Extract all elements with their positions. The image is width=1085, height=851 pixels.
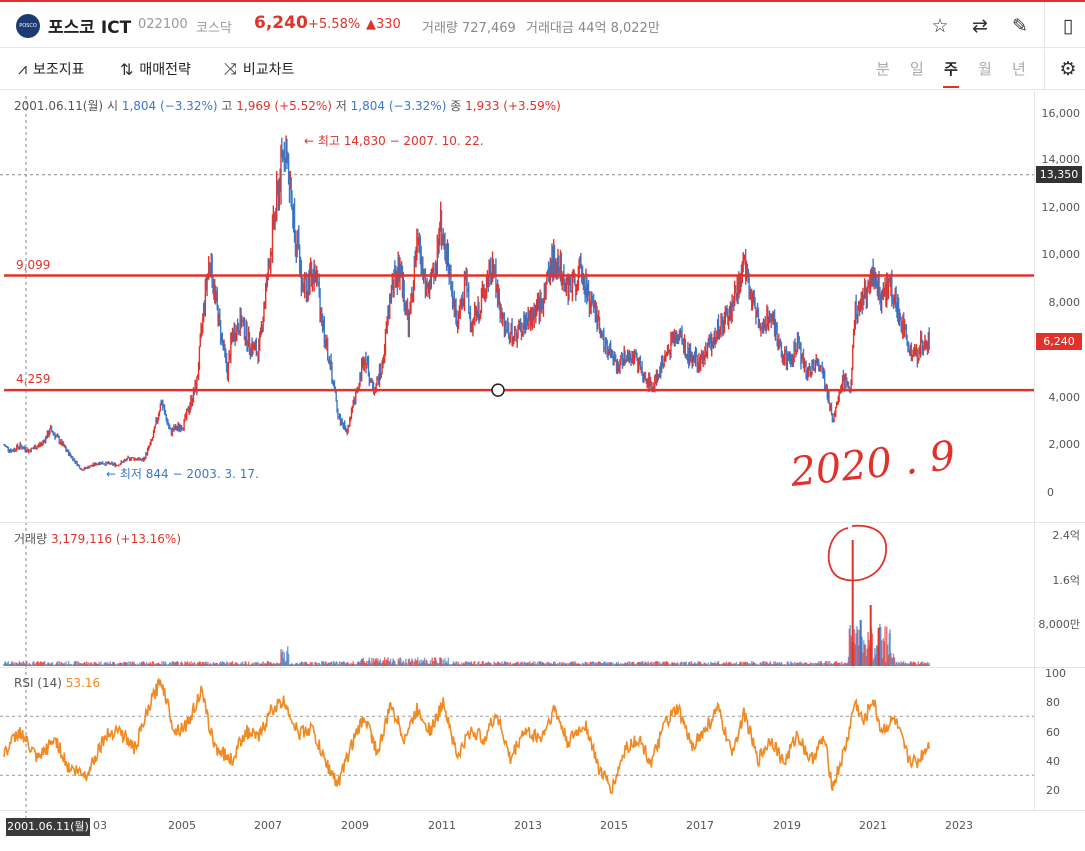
crosshair-price-tag: 13,350 <box>1036 166 1082 183</box>
info-low-label: 저 <box>335 99 347 113</box>
info-open: 1,804 (−3.32%) <box>121 99 218 113</box>
rsi-label: RSI (14) <box>14 676 62 690</box>
x-label-2021: 2021 <box>859 819 887 832</box>
info-date: 2001.06.11(월) <box>14 99 104 113</box>
y-tick-8000: 8,000 <box>1048 296 1081 309</box>
rsi-tick-20: 20 <box>1046 784 1060 797</box>
volume-label: 거래량 <box>14 532 48 546</box>
y-tick-14000: 14,000 <box>1041 153 1081 166</box>
volume-value: 3,179,116 (+13.16%) <box>50 532 182 546</box>
info-close-label: 종 <box>450 99 462 113</box>
max-annotation: ← 최고 14,830 − 2007. 10. 22. <box>304 134 484 148</box>
x-label-2011: 2011 <box>428 819 456 832</box>
rsi-pane-border <box>0 667 1085 668</box>
info-open-label: 시 <box>106 99 118 113</box>
rsi-line <box>3 677 930 794</box>
price-chart[interactable]: 2020 . 9 <box>0 0 1085 851</box>
rsi-tick-100: 100 <box>1045 667 1066 680</box>
info-high-label: 고 <box>221 99 233 113</box>
rsi-tick-60: 60 <box>1046 726 1060 739</box>
info-low: 1,804 (−3.32%) <box>350 99 447 113</box>
volume-pane-border <box>0 522 1085 523</box>
x-label-2015: 2015 <box>600 819 628 832</box>
y-tick-16000: 16,000 <box>1041 107 1081 120</box>
line-anchor-handle <box>491 383 505 397</box>
x-label-03: 03 <box>93 819 107 832</box>
rsi-info: RSI (14) 53.16 <box>14 676 100 690</box>
vol-tick-1: 2.4억 <box>1052 529 1080 542</box>
vol-tick-3: 8,000만 <box>1038 618 1080 631</box>
x-label-2007: 2007 <box>254 819 282 832</box>
x-label-2005: 2005 <box>168 819 196 832</box>
rsi-tick-40: 40 <box>1046 755 1060 768</box>
handwritten-note: 2020 . 9 <box>787 433 957 496</box>
y-tick-10000: 10,000 <box>1041 248 1081 261</box>
y-tick-12000: 12,000 <box>1041 201 1081 214</box>
info-high: 1,969 (+5.52%) <box>236 99 332 113</box>
info-close: 1,933 (+3.59%) <box>465 99 561 113</box>
x-axis-border <box>0 810 1085 811</box>
y-tick-0: 0 <box>1047 486 1054 499</box>
x-label-2023: 2023 <box>945 819 973 832</box>
x-label-2009: 2009 <box>341 819 369 832</box>
crosshair-date-tag: 2001.06.11(월) <box>6 818 90 836</box>
ohlc-info: 2001.06.11(월) 시 1,804 (−3.32%) 고 1,969 (… <box>14 97 561 114</box>
rsi-tick-80: 80 <box>1046 696 1060 709</box>
min-annotation: ← 최저 844 − 2003. 3. 17. <box>106 467 259 481</box>
y-tick-2000: 2,000 <box>1048 438 1081 451</box>
x-label-2017: 2017 <box>686 819 714 832</box>
vol-tick-2: 1.6억 <box>1052 574 1080 587</box>
lower-line-label: 4,259 <box>16 372 51 386</box>
x-label-2013: 2013 <box>514 819 542 832</box>
y-tick-4000: 4,000 <box>1048 391 1081 404</box>
upper-line-label: 9,099 <box>16 258 51 272</box>
volume-info: 거래량 3,179,116 (+13.16%) <box>14 530 181 547</box>
current-price-tag: 6,240 <box>1036 333 1082 350</box>
handwritten-circle <box>827 524 887 582</box>
rsi-value: 53.16 <box>65 676 101 690</box>
x-label-2019: 2019 <box>773 819 801 832</box>
